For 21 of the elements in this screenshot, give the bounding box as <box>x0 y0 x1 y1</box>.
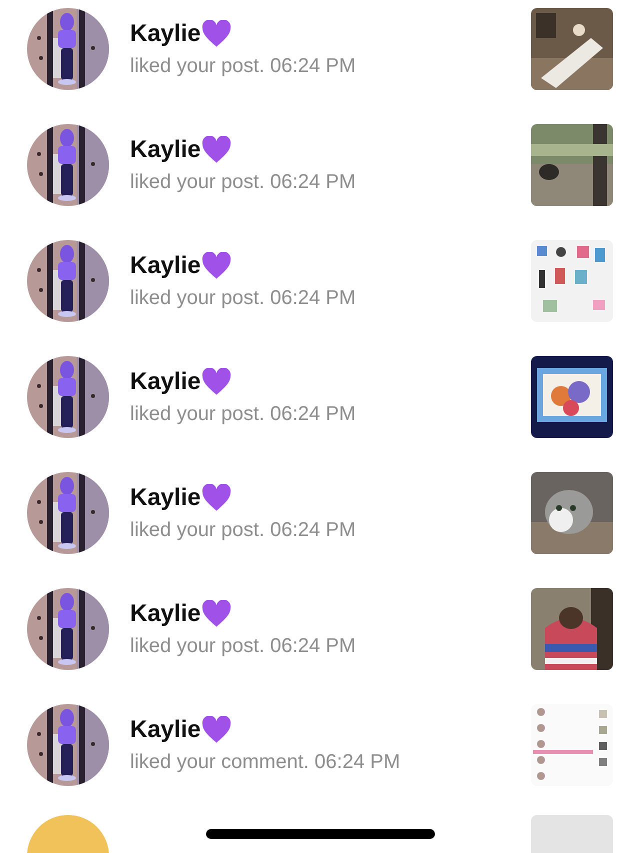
notification-text: liked your post. 06:24 PM <box>130 170 357 194</box>
heart-icon <box>200 716 232 744</box>
heart-icon <box>200 252 232 280</box>
user-name[interactable]: Kaylie <box>130 250 201 280</box>
heart-icon <box>200 600 232 628</box>
heart-icon <box>200 484 232 512</box>
user-name[interactable]: Kaylie <box>130 18 201 48</box>
heart-icon <box>200 136 232 164</box>
user-name[interactable]: Kaylie <box>130 134 201 164</box>
notification-text: liked your post. 06:24 PM <box>130 54 357 78</box>
heart-icon <box>200 368 232 396</box>
notification-text: liked your post. 06:24 PM <box>130 402 357 426</box>
notification-text: liked your comment. 06:24 PM <box>130 750 402 774</box>
user-name[interactable]: Kaylie <box>130 482 201 512</box>
notification-text: liked your post. 06:24 PM <box>130 634 357 658</box>
user-name[interactable]: Kaylie <box>130 598 201 628</box>
user-name[interactable]: Kaylie <box>130 366 201 396</box>
notification-text: liked your post. 06:24 PM <box>130 286 357 310</box>
heart-icon <box>200 20 232 48</box>
notification-text: liked your post. 06:24 PM <box>130 518 357 542</box>
user-name[interactable]: Kaylie <box>130 714 201 744</box>
